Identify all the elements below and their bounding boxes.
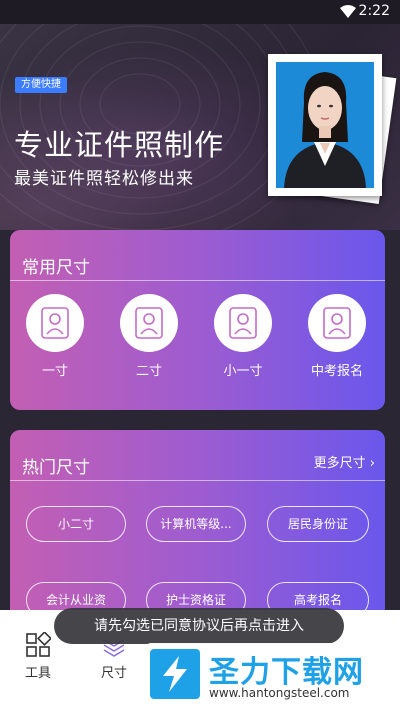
- person-card-icon: [323, 307, 351, 339]
- common-sizes-panel: 常用尺寸 一寸 二寸 小一寸 中考报名: [10, 230, 385, 410]
- size-option-label: 中考报名: [310, 364, 363, 379]
- person-card-icon: [229, 307, 257, 339]
- person-card-icon: [41, 307, 69, 339]
- hot-sizes-panel: 热门尺寸 更多尺寸 › 小二寸 计算机等级... 居民身份证 会计从业资 护士资…: [10, 430, 385, 630]
- more-sizes-link[interactable]: 更多尺寸 ›: [314, 452, 375, 471]
- clock: 2:22: [358, 3, 390, 19]
- watermark-title: 圣力下载网: [209, 655, 364, 690]
- size-option-label: 二寸: [135, 364, 162, 379]
- hero-subtitle: 最美证件照轻松修出来: [14, 169, 194, 189]
- grid-icon: [26, 631, 52, 657]
- size-option-2[interactable]: 二寸: [114, 294, 184, 379]
- wifi-icon: [340, 5, 356, 22]
- chevron-right-icon: ›: [369, 456, 375, 471]
- portrait-illustration: [284, 72, 366, 188]
- lightning-logo-icon: [150, 649, 200, 699]
- hero-banner: 方便快捷 专业证件照制作 最美证件照轻松修出来: [0, 24, 400, 230]
- hot-sizes-title: 热门尺寸: [22, 458, 90, 478]
- hot-size-pill[interactable]: 小二寸: [26, 506, 126, 542]
- size-option-label: 一寸: [41, 364, 68, 379]
- sample-id-photo: [268, 54, 382, 196]
- size-option-4[interactable]: 中考报名: [302, 294, 372, 379]
- tab-tools[interactable]: 工具: [18, 631, 58, 681]
- tab-label: 工具: [24, 666, 51, 681]
- size-option-3[interactable]: 小一寸: [208, 294, 278, 379]
- hero-title: 专业证件照制作: [14, 128, 225, 162]
- badge: 方便快捷: [15, 77, 67, 93]
- status-bar: 2:22: [0, 0, 400, 24]
- size-option-label: 小一寸: [223, 364, 263, 379]
- person-card-icon: [135, 307, 163, 339]
- watermark-url: www.hantongsteel.com: [209, 686, 350, 700]
- tab-label: 尺寸: [100, 666, 127, 681]
- hot-size-pill[interactable]: 计算机等级...: [146, 506, 246, 542]
- hot-size-pill[interactable]: 居民身份证: [267, 506, 369, 542]
- watermark-overlay: 圣力下载网 www.hantongsteel.com: [145, 643, 395, 707]
- common-sizes-title: 常用尺寸: [22, 258, 90, 278]
- size-option-1[interactable]: 一寸: [20, 294, 90, 379]
- toast-message: 请先勾选已同意协议后再点击进入: [54, 608, 344, 644]
